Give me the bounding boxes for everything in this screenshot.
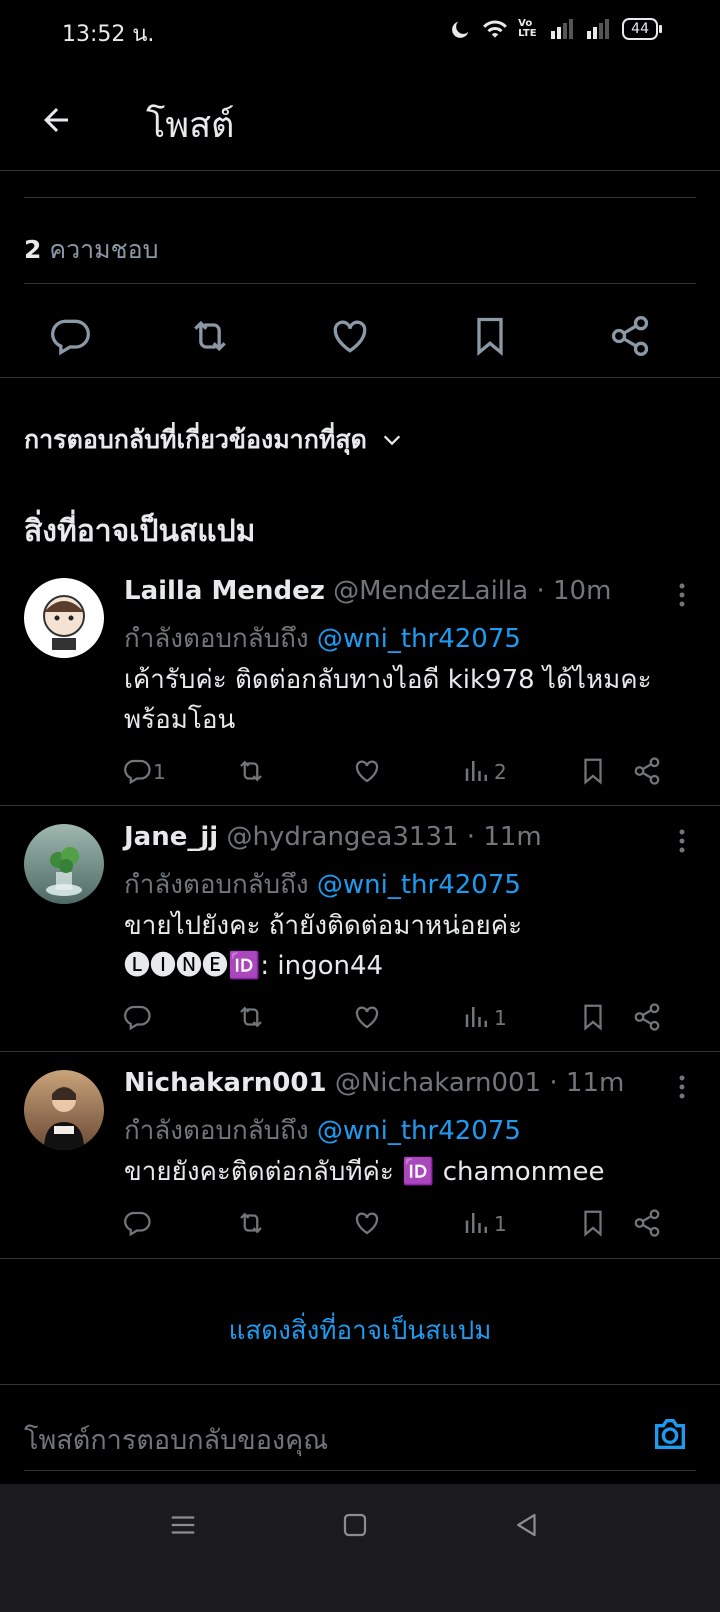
reply-text-line: 🅛🅘🅝🅔🆔: ingon44 [124, 951, 384, 981]
replying-to: กำลังตอบกลับถึง @wni_thr42075 [124, 870, 521, 900]
sort-label: การตอบกลับที่เกี่ยวข้องมากที่สุด [24, 425, 367, 454]
line-id-badges: 🅛🅘🅝🅔🆔 [124, 951, 261, 981]
share-icon[interactable] [632, 1002, 662, 1032]
back-triangle-icon[interactable] [512, 1510, 542, 1540]
mention-link[interactable]: @wni_thr42075 [317, 870, 521, 900]
timestamp: · 11m [466, 822, 542, 852]
menu-icon[interactable] [168, 1510, 198, 1540]
view-count: 2 [494, 760, 507, 784]
views-chart-icon[interactable] [462, 756, 492, 786]
divider [24, 197, 696, 198]
back-arrow-icon[interactable] [38, 102, 74, 138]
system-icons: Vo LTE 44 [450, 18, 662, 40]
wifi-icon [483, 20, 508, 38]
views-chart-icon[interactable] [462, 1208, 492, 1238]
signal-icon-2 [587, 19, 610, 39]
reply-count: 1 [153, 760, 166, 784]
avatar[interactable] [24, 1070, 104, 1150]
show-spam-link[interactable]: แสดงสิ่งที่อาจเป็นสแปม [0, 1310, 720, 1351]
volte-icon: Vo LTE [518, 18, 537, 39]
replying-to: กำลังตอบกลับถึง @wni_thr42075 [124, 624, 521, 654]
handle: @Nichakarn001 [334, 1068, 542, 1098]
divider [0, 805, 720, 806]
page-title: โพสต์ [146, 105, 235, 146]
reply-text: ขายไปยังคะ ถ้ายังติดต่อมาหน่อยค่ะ 🅛🅘🅝🅔🆔:… [124, 906, 684, 986]
display-name: Lailla Mendez [124, 576, 325, 606]
camera-icon[interactable] [650, 1414, 690, 1454]
system-nav-bar [0, 1484, 720, 1612]
avatar[interactable] [24, 578, 104, 658]
signal-icon [551, 19, 574, 39]
reply-header[interactable]: Jane_jj @hydrangea3131 · 11m [124, 822, 542, 852]
divider [24, 283, 696, 284]
more-options-icon[interactable] [670, 826, 694, 856]
bookmark-icon[interactable] [468, 314, 512, 358]
like-heart-icon[interactable] [352, 756, 382, 786]
divider [0, 1384, 720, 1385]
mention-link[interactable]: @wni_thr42075 [317, 1116, 521, 1146]
view-count: 1 [494, 1006, 507, 1030]
reply-composer-input[interactable]: โพสต์การตอบกลับของคุณ [24, 1418, 328, 1461]
person-photo-icon [44, 1087, 84, 1150]
timestamp: · 10m [536, 576, 612, 606]
reply-header[interactable]: Lailla Mendez @MendezLailla · 10m [124, 576, 611, 606]
status-bar: 13:52 น. Vo LTE 44 [0, 0, 720, 64]
repost-icon[interactable] [236, 1208, 266, 1238]
bookmark-icon[interactable] [578, 1002, 608, 1032]
cartoon-avatar-icon [43, 595, 85, 650]
handle: @hydrangea3131 [226, 822, 459, 852]
home-square-icon[interactable] [340, 1510, 370, 1540]
view-count: 1 [494, 1212, 507, 1236]
reply-text: ขายยังคะติดต่อกลับทีค่ะ 🆔 chamonmee [124, 1157, 605, 1187]
views-chart-icon[interactable] [462, 1002, 492, 1032]
replying-to: กำลังตอบกลับถึง @wni_thr42075 [124, 1116, 521, 1146]
battery-indicator: 44 [622, 18, 662, 40]
id-badge: 🆔 [402, 1157, 435, 1187]
share-icon[interactable] [632, 1208, 662, 1238]
repost-icon[interactable] [236, 756, 266, 786]
plant-photo-icon [46, 847, 82, 896]
display-name: Nichakarn001 [124, 1068, 327, 1098]
share-icon[interactable] [608, 314, 652, 358]
mention-link[interactable]: @wni_thr42075 [317, 624, 521, 654]
likes-count[interactable]: 2 ความชอบ [24, 230, 159, 270]
reply-icon[interactable] [122, 1208, 152, 1238]
reply-icon[interactable] [48, 314, 92, 358]
more-options-icon[interactable] [670, 1072, 694, 1102]
display-name: Jane_jj [124, 822, 219, 852]
handle: @MendezLailla [333, 576, 529, 606]
repost-icon[interactable] [188, 314, 232, 358]
reply-header[interactable]: Nichakarn001 @Nichakarn001 · 11m [124, 1068, 624, 1098]
status-time: 13:52 น. [62, 22, 155, 47]
avatar[interactable] [24, 824, 104, 904]
share-icon[interactable] [632, 756, 662, 786]
repost-icon[interactable] [236, 1002, 266, 1032]
divider [0, 377, 720, 378]
reply-text: เค้ารับค่ะ ติดต่อกลับทางไอดี kik978 ได้ไ… [124, 665, 652, 735]
divider [0, 1051, 720, 1052]
chevron-down-icon [383, 435, 400, 446]
spam-section-title: สิ่งที่อาจเป็นสแปม [24, 514, 256, 549]
reply-icon[interactable] [122, 1002, 152, 1032]
like-heart-icon[interactable] [352, 1208, 382, 1238]
reply-text-line: ขายไปยังคะ ถ้ายังติดต่อมาหน่อยค่ะ [124, 911, 523, 941]
header-divider [0, 170, 720, 171]
timestamp: · 11m [549, 1068, 625, 1098]
reply-sort-dropdown[interactable]: การตอบกลับที่เกี่ยวข้องมากที่สุด [24, 420, 403, 460]
like-heart-icon[interactable] [328, 314, 372, 358]
bookmark-icon[interactable] [578, 1208, 608, 1238]
reply-icon[interactable] [122, 756, 152, 786]
bookmark-icon[interactable] [578, 756, 608, 786]
like-heart-icon[interactable] [352, 1002, 382, 1032]
composer-underline [24, 1470, 696, 1471]
more-options-icon[interactable] [670, 580, 694, 610]
moon-icon [452, 21, 469, 38]
divider [0, 1258, 720, 1259]
